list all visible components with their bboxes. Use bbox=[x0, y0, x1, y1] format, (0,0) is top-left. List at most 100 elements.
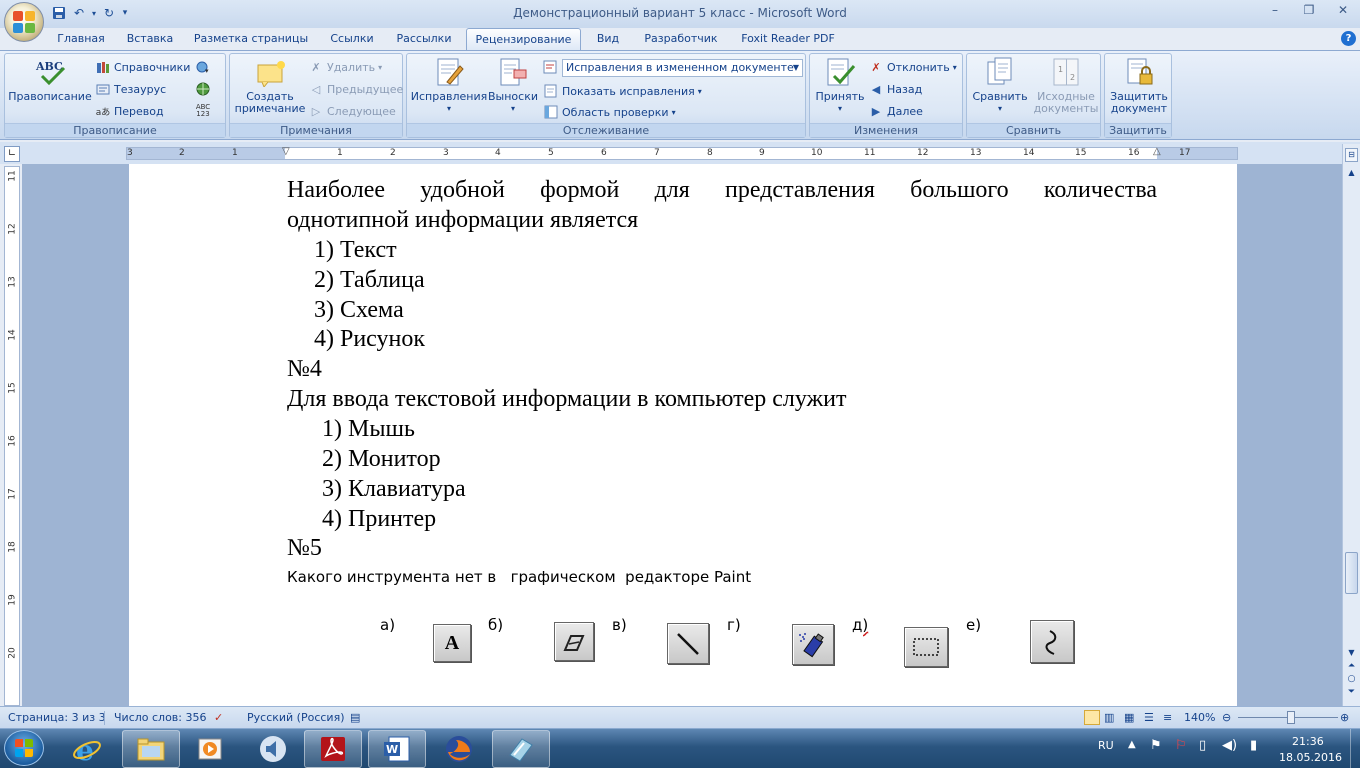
help-icon[interactable]: ? bbox=[1341, 31, 1356, 46]
show-hidden-icons-icon[interactable]: ▲ bbox=[1128, 739, 1136, 750]
spelling-button[interactable]: ABC Правописание bbox=[7, 56, 93, 103]
previous-page-icon[interactable]: ⏶ bbox=[1345, 660, 1358, 672]
page-indicator[interactable]: Страница: 3 из 3 bbox=[8, 711, 106, 724]
question-3-text-line-2: однотипной информации является bbox=[287, 207, 639, 233]
word-icon[interactable]: W bbox=[368, 730, 426, 768]
vertical-scrollbar[interactable]: ⊟ ▲ ▼ ⏶ ○ ⏷ bbox=[1342, 144, 1360, 706]
ruler-number: 7 bbox=[654, 148, 660, 158]
tab-view[interactable]: Вид bbox=[590, 28, 626, 50]
volume-icon[interactable]: ◀) bbox=[1222, 738, 1237, 753]
tab-references[interactable]: Ссылки bbox=[322, 28, 382, 50]
office-button[interactable] bbox=[4, 2, 44, 42]
macro-record-icon[interactable]: ▤ bbox=[350, 711, 360, 724]
translate-button[interactable]: aあ Перевод bbox=[95, 101, 164, 121]
print-layout-icon[interactable] bbox=[1084, 710, 1100, 725]
show-markup-button[interactable]: Показать исправления ▾ bbox=[543, 81, 702, 101]
previous-change-button[interactable]: ◀ Назад bbox=[868, 79, 922, 99]
thesaurus-button[interactable]: Тезаурус bbox=[95, 79, 166, 99]
next-change-label: Далее bbox=[887, 104, 923, 118]
action-center-flag-icon[interactable]: ⚑ bbox=[1150, 738, 1162, 753]
media-player-icon[interactable] bbox=[182, 730, 240, 768]
compare-button[interactable]: Сравнить ▾ bbox=[969, 56, 1031, 115]
protect-document-button[interactable]: Защитить документ bbox=[1107, 56, 1171, 115]
balloons-button[interactable]: Выноски ▾ bbox=[487, 56, 539, 115]
network-icon[interactable]: ▮ bbox=[1250, 738, 1257, 753]
reviewing-pane-button[interactable]: Область проверки ▾ bbox=[543, 102, 676, 122]
set-language-button[interactable] bbox=[195, 79, 211, 99]
start-button[interactable] bbox=[4, 730, 44, 766]
scroll-down-icon[interactable]: ▼ bbox=[1345, 646, 1358, 660]
select-browse-object-icon[interactable]: ○ bbox=[1345, 673, 1358, 685]
ruler-number: 8 bbox=[707, 148, 713, 158]
paint-app-icon[interactable] bbox=[492, 730, 550, 768]
maximize-icon[interactable]: ❐ bbox=[1292, 0, 1326, 20]
reject-button[interactable]: ✗ Отклонить ▾ bbox=[868, 57, 956, 77]
scroll-thumb[interactable] bbox=[1345, 552, 1358, 594]
show-markup-icon bbox=[543, 83, 559, 99]
word-count-icon: ABC 123 bbox=[195, 103, 211, 118]
show-desktop-button[interactable] bbox=[1350, 729, 1360, 768]
ruler-number: 12 bbox=[7, 223, 18, 235]
view-ruler-icon[interactable]: ⊟ bbox=[1345, 148, 1358, 162]
proofing-errors-icon[interactable]: ✓ bbox=[214, 711, 223, 724]
tab-selector-icon[interactable]: ∟ bbox=[4, 146, 20, 162]
ruler-number: 15 bbox=[7, 382, 18, 394]
web-layout-icon[interactable]: ▦ bbox=[1124, 711, 1134, 724]
zoom-out-icon[interactable]: ⊖ bbox=[1222, 711, 1231, 724]
tab-home[interactable]: Главная bbox=[52, 28, 110, 50]
track-changes-button[interactable]: Исправления ▾ bbox=[409, 56, 489, 115]
tab-insert[interactable]: Вставка bbox=[120, 28, 180, 50]
q3-option: 3) Схема bbox=[314, 297, 404, 323]
language-button[interactable]: ▾ bbox=[195, 57, 211, 77]
zoom-slider-handle[interactable] bbox=[1287, 711, 1295, 724]
tab-developer[interactable]: Разработчик bbox=[638, 28, 724, 50]
scroll-up-icon[interactable]: ▲ bbox=[1345, 166, 1358, 180]
next-change-button[interactable]: ▶ Далее bbox=[868, 101, 923, 121]
next-page-icon[interactable]: ⏷ bbox=[1345, 686, 1358, 698]
protect-document-label-2: документ bbox=[1110, 102, 1168, 115]
tab-page-layout[interactable]: Разметка страницы bbox=[192, 28, 310, 50]
volume-app-icon[interactable] bbox=[244, 730, 302, 768]
draft-icon[interactable]: ≡ bbox=[1163, 711, 1172, 724]
zoom-in-icon[interactable]: ⊕ bbox=[1340, 711, 1349, 724]
new-comment-button[interactable]: Создать примечание bbox=[232, 56, 308, 115]
group-tracking: Исправления ▾ Выноски ▾ Исправления в из… bbox=[406, 53, 806, 138]
tab-review[interactable]: Рецензирование bbox=[466, 28, 581, 51]
horizontal-ruler[interactable]: 3 2 1 ▽ 1 2 3 4 5 6 7 8 9 10 11 12 13 14… bbox=[126, 146, 1238, 160]
device-icon[interactable]: ▯ bbox=[1199, 738, 1206, 753]
ruler-number: 17 bbox=[7, 488, 18, 500]
firefox-icon[interactable] bbox=[430, 730, 488, 768]
explorer-icon[interactable] bbox=[122, 730, 180, 768]
next-comment-button[interactable]: ▷ Следующее bbox=[308, 101, 396, 121]
language-indicator[interactable]: Русский (Россия) bbox=[247, 711, 345, 724]
flag-warning-icon[interactable]: ⚐ bbox=[1175, 738, 1187, 753]
word-count[interactable]: Число слов: 356 bbox=[114, 711, 207, 724]
spelling-icon: ABC bbox=[34, 56, 66, 88]
vertical-ruler[interactable]: 11 12 13 14 15 16 17 18 19 20 bbox=[4, 166, 20, 706]
clock-date[interactable]: 18.05.2016 bbox=[1279, 751, 1342, 764]
delete-comment-button[interactable]: ✗ Удалить ▾ bbox=[308, 57, 382, 77]
full-screen-reading-icon[interactable]: ▥ bbox=[1104, 711, 1114, 724]
ruler-number: 2 bbox=[179, 148, 185, 158]
source-documents-icon: 12 bbox=[1050, 56, 1082, 88]
zoom-level[interactable]: 140% bbox=[1184, 711, 1215, 724]
display-for-review-select[interactable]: Исправления в измененном документе ▼ bbox=[562, 59, 803, 77]
outline-icon[interactable]: ☰ bbox=[1144, 711, 1154, 724]
input-language[interactable]: RU bbox=[1098, 739, 1114, 752]
show-source-documents-button[interactable]: 12 Исходные документы bbox=[1031, 56, 1101, 115]
minimize-icon[interactable]: – bbox=[1258, 0, 1292, 20]
tab-foxit[interactable]: Foxit Reader PDF bbox=[734, 28, 842, 50]
tab-mailings[interactable]: Рассылки bbox=[392, 28, 456, 50]
previous-comment-button[interactable]: ◁ Предыдущее bbox=[308, 79, 404, 99]
right-indent-icon[interactable]: △ bbox=[1153, 146, 1161, 157]
clock-time[interactable]: 21:36 bbox=[1292, 735, 1324, 748]
next-comment-icon: ▷ bbox=[311, 104, 321, 118]
internet-explorer-icon[interactable]: e bbox=[58, 730, 116, 768]
word-count-button[interactable]: ABC 123 bbox=[195, 101, 211, 121]
close-icon[interactable]: ✕ bbox=[1326, 0, 1360, 20]
pdf-reader-icon[interactable] bbox=[304, 730, 362, 768]
accept-button[interactable]: Принять ▾ bbox=[812, 56, 868, 115]
first-line-indent-icon[interactable]: ▽ bbox=[282, 146, 290, 157]
research-button[interactable]: Справочники bbox=[95, 57, 190, 77]
q4-option: 3) Клавиатура bbox=[322, 476, 466, 502]
